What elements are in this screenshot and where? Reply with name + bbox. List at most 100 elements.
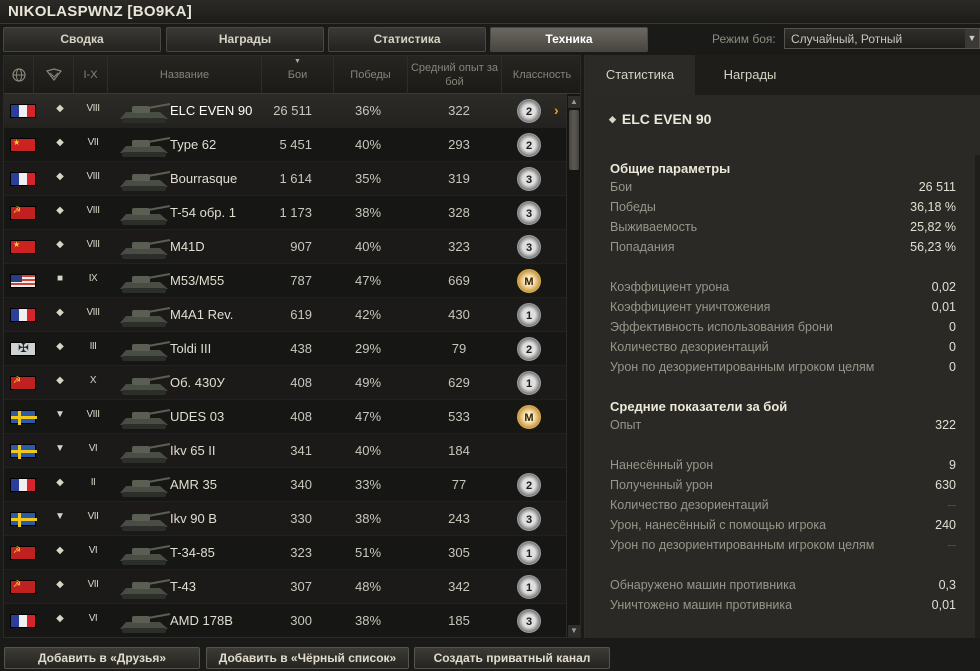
player-name: NIKOLASPWNZ [BO9KA] [8,3,193,20]
ussr-flag-icon [10,375,36,390]
avg-xp-value: 629 [448,375,470,390]
battle-mode-value: Случайный, Ротный [791,32,903,46]
wins-value: 51% [354,545,382,560]
battles-value: 300 [290,613,312,628]
col-wins-header[interactable]: Победы [334,56,408,94]
avg-xp-value: 342 [448,579,470,594]
table-row[interactable]: ◆ X Об. 430У 408 49% 629 1 [4,366,566,400]
tab-panel-statistics[interactable]: Статистика [585,55,695,95]
light-tank-icon: ◆ [609,114,616,124]
table-row[interactable]: ◆ VIII Bourrasque 1 614 35% 319 3 [4,162,566,196]
col-type-header[interactable] [34,56,74,94]
avg-xp-value: 322 [448,103,470,118]
tank-image [116,403,172,431]
vehicle-class-icon: ◆ [56,171,64,182]
wins-value: 47% [354,409,382,424]
tab-awards[interactable]: Награды [166,27,324,52]
table-row[interactable]: ◆ III Toldi III 438 29% 79 2 [4,332,566,366]
stat-row: Эффективность использования брони 0 [610,320,956,340]
col-tier-header[interactable]: I-X [74,56,108,94]
stat-value: 0 [949,340,956,354]
sweden-flag-icon [10,444,37,459]
vehicle-class-icon: ◆ [56,137,64,148]
main-tabs: Сводка Награды Статистика Техника [3,27,651,52]
avg-xp-value: 323 [448,239,470,254]
mastery-badge-icon: 2 [517,473,541,497]
mastery-badge-icon: 1 [517,541,541,565]
table-row[interactable]: ▼ VI Ikv 65 II 341 40% 184 [4,434,566,468]
table-row[interactable]: ◆ VIII M4A1 Rev. 619 42% 430 1 [4,298,566,332]
tab-panel-awards[interactable]: Награды [695,55,805,95]
col-nation-header[interactable] [4,56,34,94]
wins-value: 33% [354,477,382,492]
add-friend-button[interactable]: Добавить в «Друзья» [4,647,200,669]
mastery-badge-icon: 2 [517,133,541,157]
tab-summary[interactable]: Сводка [3,27,161,52]
mastery-badge-icon: 1 [517,575,541,599]
tank-image [116,267,172,295]
tab-vehicles[interactable]: Техника [490,27,648,52]
vehicle-class-icon: ◆ [56,545,64,556]
mastery-badge-icon: 3 [517,609,541,633]
table-row[interactable]: ◆ VIII ELC EVEN 90 26 511 36% 322 2 › [4,94,566,128]
table-row[interactable]: ◆ VIII M41D 907 40% 323 3 [4,230,566,264]
table-row[interactable]: ◆ VIII T-54 обр. 1 1 173 38% 328 3 [4,196,566,230]
avg-xp-value: 669 [448,273,470,288]
tank-image [116,233,172,261]
wins-value: 38% [354,205,382,220]
table-row[interactable]: ▼ VIII UDES 03 408 47% 533 M [4,400,566,434]
add-blacklist-button[interactable]: Добавить в «Чёрный список» [206,647,409,669]
table-row[interactable]: ▼ VII Ikv 90 B 330 38% 243 3 [4,502,566,536]
stat-value: 630 [935,478,956,492]
stat-value: 25,82 % [910,220,956,234]
create-private-channel-button[interactable]: Создать приватный канал [414,647,610,669]
tier-label: VII [87,511,99,522]
stat-label: Уничтожено машин противника [610,598,793,612]
vehicle-class-icon: ◆ [56,307,64,318]
stat-row: Количество дезориентаций 0 [610,340,956,360]
table-row[interactable]: ◆ VI AMD 178B 300 38% 185 3 [4,604,566,637]
vehicle-type-icon [45,68,62,81]
table-header: I-X Название Бои Победы Средний опыт за … [4,56,580,94]
sweden-flag-icon [10,512,37,527]
tab-statistics[interactable]: Статистика [328,27,486,52]
stat-value: 56,23 % [910,240,956,254]
wins-value: 38% [354,613,382,628]
table-row[interactable]: ■ IX M53/M55 787 47% 669 M [4,264,566,298]
battles-value: 1 173 [279,205,312,220]
tank-image [116,369,172,397]
stat-value: 0,01 [931,598,956,612]
vehicle-class-icon: ◆ [56,341,64,352]
scroll-thumb[interactable] [569,110,579,170]
ussr-flag-icon [10,579,36,594]
wins-value: 47% [354,273,382,288]
stat-value: 240 [935,518,956,532]
panel-scrollbar[interactable] [975,155,980,638]
table-row[interactable]: ◆ II AMR 35 340 33% 77 2 [4,468,566,502]
table-row[interactable]: ◆ VII T-43 307 48% 342 1 [4,570,566,604]
tank-image [116,437,172,465]
avg-xp-value: 319 [448,171,470,186]
tank-name: UDES 03 [170,409,225,424]
vehicle-class-icon: ◆ [56,613,64,624]
col-battles-header[interactable]: Бои [262,56,334,94]
table-row[interactable]: ◆ VII Type 62 5 451 40% 293 2 [4,128,566,162]
table-row[interactable]: ◆ VI T-34-85 323 51% 305 1 [4,536,566,570]
scroll-up-icon[interactable]: ▲ [568,96,580,108]
scroll-down-icon[interactable]: ▼ [568,625,580,637]
wins-value: 40% [354,443,382,458]
tank-name: M41D [170,239,205,254]
col-name-header[interactable]: Название [108,56,262,94]
table-scrollbar[interactable]: ▲ ▼ [566,94,580,637]
vehicle-class-icon: ◆ [56,477,64,488]
battle-mode-select[interactable]: Случайный, Ротный ▼ [784,28,980,49]
stat-row: Обнаружено машин противника 0,3 [610,578,956,598]
mastery-badge-icon: M [517,405,541,429]
battles-value: 5 451 [279,137,312,152]
chevron-right-icon: › [554,102,559,118]
china-flag-icon [10,138,36,152]
tank-name: AMD 178B [170,613,233,628]
col-avgxp-header[interactable]: Средний опыт за бой [408,56,502,94]
battles-value: 323 [290,545,312,560]
col-mastery-header[interactable]: Классность [502,56,580,94]
